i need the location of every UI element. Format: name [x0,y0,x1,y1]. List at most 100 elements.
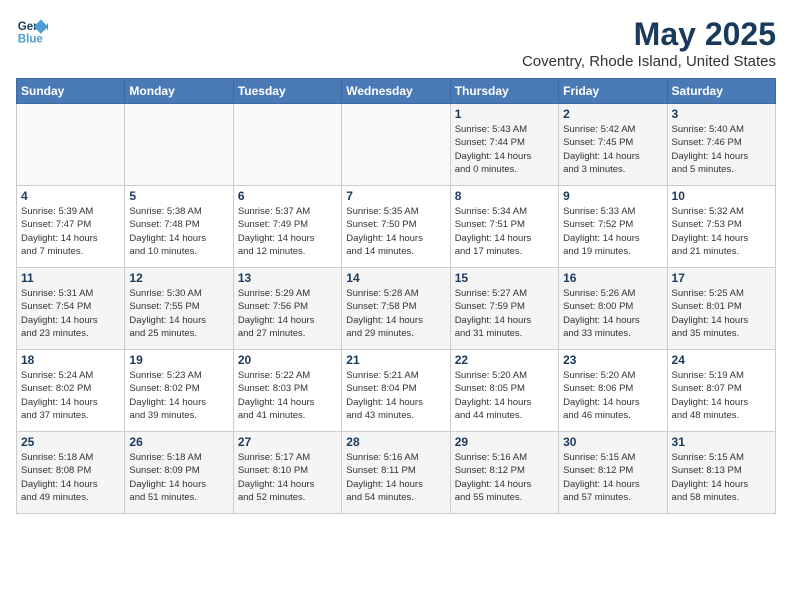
calendar-cell: 15 Sunrise: 5:27 AM Sunset: 7:59 PM Dayli… [450,268,558,350]
cell-content: Sunrise: 5:30 AM Sunset: 7:55 PM Dayligh… [129,287,228,340]
day-number: 18 [21,353,120,367]
calendar-cell: 5Sunrise: 5:38 AM Sunset: 7:48 PM Daylig… [125,186,233,268]
calendar-cell: 20 Sunrise: 5:22 AM Sunset: 8:03 PM Dayli… [233,350,341,432]
day-number: 14 [346,271,445,285]
cell-content: Sunrise: 5:16 AM Sunset: 8:11 PM Dayligh… [346,451,445,504]
calendar-cell [125,104,233,186]
calendar-cell: 14 Sunrise: 5:28 AM Sunset: 7:58 PM Dayli… [342,268,450,350]
day-number: 1 [455,107,554,121]
calendar-table: SundayMondayTuesdayWednesdayThursdayFrid… [16,78,776,514]
day-number: 8 [455,189,554,203]
page-header: General Blue May 2025 Coventry, Rhode Is… [16,16,776,70]
calendar-body: 1 Sunrise: 5:43 AM Sunset: 7:44 PM Daylig… [17,104,776,514]
cell-content: Sunrise: 5:15 AM Sunset: 8:12 PM Dayligh… [563,451,662,504]
cell-content: Sunrise: 5:39 AM Sunset: 7:47 PM Dayligh… [21,205,120,258]
day-number: 6 [238,189,337,203]
cell-content: Sunrise: 5:18 AM Sunset: 8:08 PM Dayligh… [21,451,120,504]
cell-content: Sunrise: 5:27 AM Sunset: 7:59 PM Dayligh… [455,287,554,340]
day-number: 10 [672,189,771,203]
day-number: 2 [563,107,662,121]
calendar-cell: 31Sunrise: 5:15 AM Sunset: 8:13 PM Dayli… [667,432,775,514]
cell-content: Sunrise: 5:28 AM Sunset: 7:58 PM Dayligh… [346,287,445,340]
logo: General Blue [16,16,48,48]
day-number: 28 [346,435,445,449]
svg-text:Blue: Blue [18,34,44,46]
day-number: 21 [346,353,445,367]
calendar-cell: 7 Sunrise: 5:35 AM Sunset: 7:50 PM Daylig… [342,186,450,268]
calendar-cell: 2 Sunrise: 5:42 AM Sunset: 7:45 PM Daylig… [559,104,667,186]
calendar-cell: 22Sunrise: 5:20 AM Sunset: 8:05 PM Dayli… [450,350,558,432]
day-number: 7 [346,189,445,203]
cell-content: Sunrise: 5:25 AM Sunset: 8:01 PM Dayligh… [672,287,771,340]
calendar-cell: 30Sunrise: 5:15 AM Sunset: 8:12 PM Dayli… [559,432,667,514]
cell-content: Sunrise: 5:20 AM Sunset: 8:06 PM Dayligh… [563,369,662,422]
weekday-header-thursday: Thursday [450,79,558,104]
cell-content: Sunrise: 5:38 AM Sunset: 7:48 PM Dayligh… [129,205,228,258]
calendar-cell: 16 Sunrise: 5:26 AM Sunset: 8:00 PM Dayli… [559,268,667,350]
calendar-cell: 23Sunrise: 5:20 AM Sunset: 8:06 PM Dayli… [559,350,667,432]
title-block: May 2025 Coventry, Rhode Island, United … [522,16,776,70]
day-number: 9 [563,189,662,203]
calendar-cell: 25 Sunrise: 5:18 AM Sunset: 8:08 PM Dayli… [17,432,125,514]
calendar-cell: 29Sunrise: 5:16 AM Sunset: 8:12 PM Dayli… [450,432,558,514]
cell-content: Sunrise: 5:37 AM Sunset: 7:49 PM Dayligh… [238,205,337,258]
calendar-cell: 12 Sunrise: 5:30 AM Sunset: 7:55 PM Dayli… [125,268,233,350]
calendar-cell: 8 Sunrise: 5:34 AM Sunset: 7:51 PM Daylig… [450,186,558,268]
cell-content: Sunrise: 5:21 AM Sunset: 8:04 PM Dayligh… [346,369,445,422]
calendar-cell [17,104,125,186]
day-number: 3 [672,107,771,121]
cell-content: Sunrise: 5:35 AM Sunset: 7:50 PM Dayligh… [346,205,445,258]
calendar-cell: 3 Sunrise: 5:40 AM Sunset: 7:46 PM Daylig… [667,104,775,186]
day-number: 4 [21,189,120,203]
cell-content: Sunrise: 5:40 AM Sunset: 7:46 PM Dayligh… [672,123,771,176]
weekday-header-tuesday: Tuesday [233,79,341,104]
cell-content: Sunrise: 5:42 AM Sunset: 7:45 PM Dayligh… [563,123,662,176]
day-number: 12 [129,271,228,285]
weekday-header-row: SundayMondayTuesdayWednesdayThursdayFrid… [17,79,776,104]
day-number: 13 [238,271,337,285]
calendar-cell: 27 Sunrise: 5:17 AM Sunset: 8:10 PM Dayli… [233,432,341,514]
day-number: 22 [455,353,554,367]
day-number: 19 [129,353,228,367]
weekday-header-wednesday: Wednesday [342,79,450,104]
day-number: 25 [21,435,120,449]
calendar-cell: 6 Sunrise: 5:37 AM Sunset: 7:49 PM Daylig… [233,186,341,268]
calendar-week-3: 11Sunrise: 5:31 AM Sunset: 7:54 PM Dayli… [17,268,776,350]
calendar-cell [233,104,341,186]
cell-content: Sunrise: 5:32 AM Sunset: 7:53 PM Dayligh… [672,205,771,258]
cell-content: Sunrise: 5:15 AM Sunset: 8:13 PM Dayligh… [672,451,771,504]
calendar-week-5: 25 Sunrise: 5:18 AM Sunset: 8:08 PM Dayli… [17,432,776,514]
day-number: 26 [129,435,228,449]
weekday-header-friday: Friday [559,79,667,104]
calendar-cell: 19 Sunrise: 5:23 AM Sunset: 8:02 PM Dayli… [125,350,233,432]
calendar-cell: 10 Sunrise: 5:32 AM Sunset: 7:53 PM Dayli… [667,186,775,268]
calendar-cell: 28 Sunrise: 5:16 AM Sunset: 8:11 PM Dayli… [342,432,450,514]
cell-content: Sunrise: 5:19 AM Sunset: 8:07 PM Dayligh… [672,369,771,422]
location-title: Coventry, Rhode Island, United States [522,53,776,70]
weekday-header-sunday: Sunday [17,79,125,104]
day-number: 15 [455,271,554,285]
day-number: 27 [238,435,337,449]
day-number: 29 [455,435,554,449]
calendar-cell: 9 Sunrise: 5:33 AM Sunset: 7:52 PM Daylig… [559,186,667,268]
cell-content: Sunrise: 5:17 AM Sunset: 8:10 PM Dayligh… [238,451,337,504]
calendar-cell: 13 Sunrise: 5:29 AM Sunset: 7:56 PM Dayli… [233,268,341,350]
day-number: 20 [238,353,337,367]
weekday-header-monday: Monday [125,79,233,104]
calendar-cell: 24Sunrise: 5:19 AM Sunset: 8:07 PM Dayli… [667,350,775,432]
calendar-week-4: 18 Sunrise: 5:24 AM Sunset: 8:02 PM Dayli… [17,350,776,432]
calendar-cell: 17Sunrise: 5:25 AM Sunset: 8:01 PM Dayli… [667,268,775,350]
weekday-header-saturday: Saturday [667,79,775,104]
cell-content: Sunrise: 5:34 AM Sunset: 7:51 PM Dayligh… [455,205,554,258]
day-number: 16 [563,271,662,285]
cell-content: Sunrise: 5:22 AM Sunset: 8:03 PM Dayligh… [238,369,337,422]
cell-content: Sunrise: 5:43 AM Sunset: 7:44 PM Dayligh… [455,123,554,176]
cell-content: Sunrise: 5:26 AM Sunset: 8:00 PM Dayligh… [563,287,662,340]
logo-icon: General Blue [16,16,48,48]
calendar-cell: 11Sunrise: 5:31 AM Sunset: 7:54 PM Dayli… [17,268,125,350]
calendar-cell: 4 Sunrise: 5:39 AM Sunset: 7:47 PM Daylig… [17,186,125,268]
cell-content: Sunrise: 5:29 AM Sunset: 7:56 PM Dayligh… [238,287,337,340]
cell-content: Sunrise: 5:23 AM Sunset: 8:02 PM Dayligh… [129,369,228,422]
cell-content: Sunrise: 5:33 AM Sunset: 7:52 PM Dayligh… [563,205,662,258]
cell-content: Sunrise: 5:24 AM Sunset: 8:02 PM Dayligh… [21,369,120,422]
